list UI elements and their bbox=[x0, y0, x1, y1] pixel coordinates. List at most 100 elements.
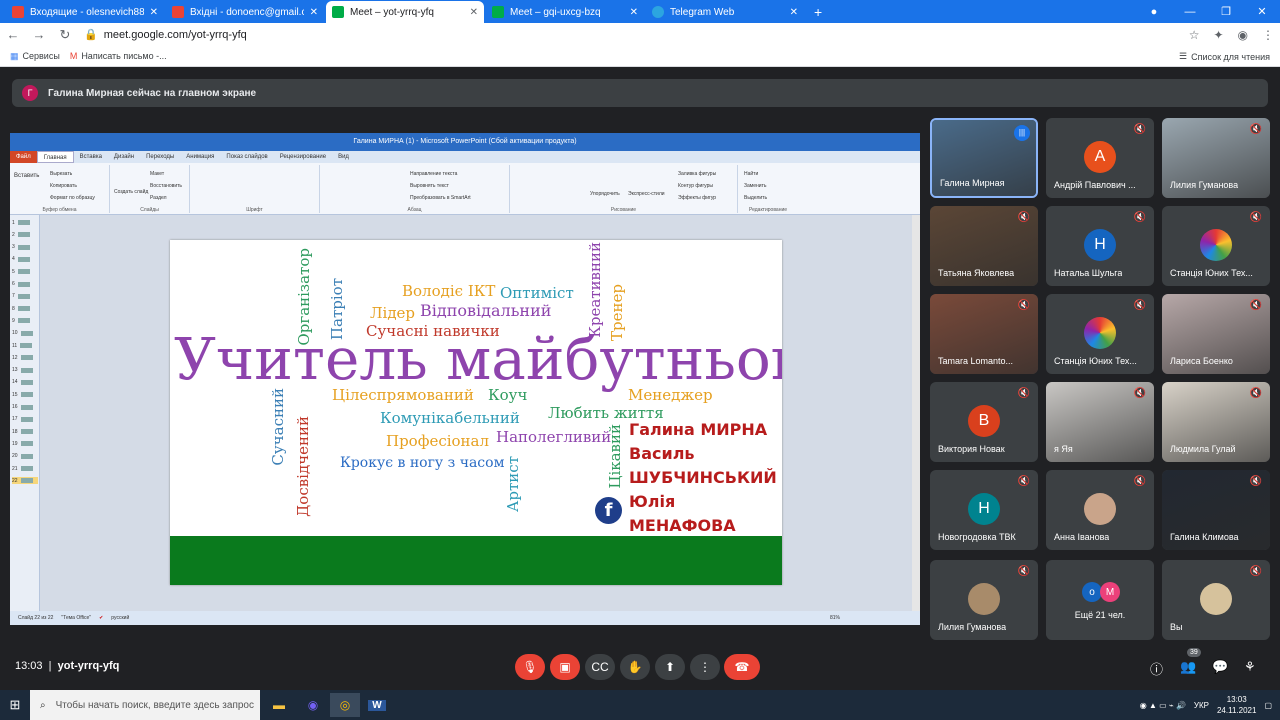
minimize-icon[interactable]: — bbox=[1172, 6, 1208, 18]
more-options-button[interactable]: ⋮ bbox=[690, 654, 720, 680]
text-direction-button[interactable]: Направление текста bbox=[410, 171, 457, 177]
star-icon[interactable]: ☆ bbox=[1189, 28, 1200, 42]
viber-icon[interactable]: ◉ bbox=[298, 693, 328, 717]
section-button[interactable]: Раздел bbox=[150, 195, 167, 201]
leave-call-button[interactable]: ☎ bbox=[724, 654, 760, 680]
format-painter-button[interactable]: Формат по образцу bbox=[50, 195, 95, 201]
info-icon[interactable]: ⓘ bbox=[1150, 659, 1163, 678]
participant-tile[interactable]: 🔇 Анна Іванова bbox=[1046, 470, 1154, 550]
slide-thumbnail[interactable]: 8 bbox=[12, 305, 38, 312]
menu-home[interactable]: Главная bbox=[36, 151, 74, 163]
participant-tile[interactable]: 🔇 Вы bbox=[1162, 560, 1270, 640]
tab-meet-active[interactable]: Meet – yot-yrrq-yfq ✕ bbox=[326, 1, 484, 23]
tab-meet-2[interactable]: Meet – gqi-uxcg-bzq ✕ bbox=[486, 1, 644, 23]
slide-thumbnail[interactable]: 14 bbox=[12, 379, 38, 386]
close-icon[interactable]: ✕ bbox=[310, 7, 318, 18]
participant-tile[interactable]: 🔇 Галина Климова bbox=[1162, 470, 1270, 550]
file-explorer-icon[interactable]: ▬ bbox=[264, 693, 294, 717]
slide-thumbnail[interactable]: 3 bbox=[12, 244, 38, 251]
cut-button[interactable]: Вырезать bbox=[50, 171, 72, 177]
tray-icons[interactable]: ◉ ▲ ▭ ⌁ 🔊 bbox=[1140, 701, 1186, 710]
slide-thumbnail[interactable]: 21 bbox=[12, 465, 38, 472]
forward-icon[interactable]: → bbox=[26, 27, 52, 42]
participant-tile[interactable]: А 🔇 Андрій Павлович ... bbox=[1046, 118, 1154, 198]
participant-tile[interactable]: 🔇 Станція Юних Тех... bbox=[1046, 294, 1154, 374]
slide-thumbnail[interactable]: 2 bbox=[12, 231, 38, 238]
close-icon[interactable]: ✕ bbox=[470, 7, 478, 18]
layout-button[interactable]: Макет bbox=[150, 171, 164, 177]
slide-thumbnail[interactable]: 15 bbox=[12, 391, 38, 398]
bookmark-gmail[interactable]: M Написать письмо -... bbox=[70, 51, 167, 61]
raise-hand-button[interactable]: ✋ bbox=[620, 654, 650, 680]
tab-gmail-2[interactable]: Вхідні - donoenc@gmail.com - G✕ bbox=[166, 1, 324, 23]
close-icon[interactable]: ✕ bbox=[790, 7, 798, 18]
participant-tile[interactable]: 🔇 Лилия Гуманова bbox=[930, 560, 1038, 640]
paste-button[interactable]: Вставить bbox=[14, 173, 39, 179]
slide-thumbnail[interactable]: 9 bbox=[12, 317, 38, 324]
menu-view[interactable]: Вид bbox=[332, 154, 355, 160]
quick-styles-button[interactable]: Экспресс-стили bbox=[628, 191, 665, 197]
slide-thumbnail[interactable]: 20 bbox=[12, 453, 38, 460]
participant-tile[interactable]: В 🔇 Виктория Новак bbox=[930, 382, 1038, 462]
participant-tile[interactable]: 🔇 Татьяна Яковлева bbox=[930, 206, 1038, 286]
menu-file[interactable]: Файл bbox=[10, 151, 37, 163]
participant-tile[interactable]: ||| Галина Мирная bbox=[930, 118, 1038, 198]
profile-icon[interactable]: ● bbox=[1136, 6, 1172, 18]
notifications-icon[interactable]: ▢ bbox=[1264, 701, 1272, 710]
tab-telegram[interactable]: Telegram Web ✕ bbox=[646, 1, 804, 23]
activities-icon[interactable]: ⚘ bbox=[1244, 659, 1256, 675]
slide-thumbnail[interactable]: 13 bbox=[12, 367, 38, 374]
participant-tile[interactable]: Н 🔇 Натальа Шульга bbox=[1046, 206, 1154, 286]
menu-slideshow[interactable]: Показ слайдов bbox=[220, 154, 273, 160]
arrange-button[interactable]: Упорядочить bbox=[590, 191, 620, 197]
extensions-icon[interactable]: ✦ bbox=[1213, 28, 1223, 42]
slide-thumbnail[interactable]: 16 bbox=[12, 404, 38, 411]
tab-gmail-1[interactable]: Входящие - olesnevich88a@gm✕ bbox=[6, 1, 164, 23]
slide-thumbnail[interactable]: 11 bbox=[12, 342, 38, 349]
new-tab-button[interactable]: + bbox=[808, 1, 828, 23]
address-bar[interactable]: 🔒 meet.google.com/yot-yrrq-yfq bbox=[84, 28, 247, 41]
slide-thumbnail[interactable]: 5 bbox=[12, 268, 38, 275]
participant-tile[interactable]: Н 🔇 Новогродовка ТВК bbox=[930, 470, 1038, 550]
menu-icon[interactable]: ⋮ bbox=[1262, 28, 1274, 42]
shape-outline-button[interactable]: Контур фигуры bbox=[678, 183, 713, 189]
shape-fill-button[interactable]: Заливка фигуры bbox=[678, 171, 716, 177]
participant-tile[interactable]: 🔇 Станція Юних Тех... bbox=[1162, 206, 1270, 286]
camera-off-button[interactable]: ▣ bbox=[550, 654, 580, 680]
shape-effects-button[interactable]: Эффекты фигур bbox=[678, 195, 716, 201]
close-window-icon[interactable]: ✕ bbox=[1244, 5, 1280, 18]
new-slide-button[interactable]: Создать слайд bbox=[114, 189, 148, 195]
back-icon[interactable]: ← bbox=[0, 27, 26, 42]
restore-icon[interactable]: ❐ bbox=[1208, 5, 1244, 18]
microphone-off-button[interactable]: 🎙 bbox=[515, 654, 545, 680]
scrollbar[interactable] bbox=[912, 215, 920, 611]
menu-insert[interactable]: Вставка bbox=[74, 154, 108, 160]
bookmark-apps[interactable]: ▦ Сервисы bbox=[10, 51, 60, 62]
chrome-icon[interactable]: ◎ bbox=[330, 693, 360, 717]
reading-list[interactable]: ☰ Список для чтения bbox=[1179, 46, 1270, 67]
copy-button[interactable]: Копировать bbox=[50, 183, 77, 189]
zoom-level[interactable]: 81% bbox=[830, 615, 840, 621]
slide-thumbnail[interactable]: 12 bbox=[12, 354, 38, 361]
present-button[interactable]: ⬆ bbox=[655, 654, 685, 680]
clock[interactable]: 13:03 24.11.2021 bbox=[1217, 694, 1256, 716]
participant-tile[interactable]: 🔇 Tamara Lomanto... bbox=[930, 294, 1038, 374]
people-icon[interactable]: 👥 bbox=[1180, 659, 1196, 675]
close-icon[interactable]: ✕ bbox=[150, 7, 158, 18]
menu-animation[interactable]: Анимация bbox=[180, 154, 220, 160]
menu-review[interactable]: Рецензирование bbox=[274, 154, 332, 160]
participant-tile[interactable]: 🔇 Лилия Гуманова bbox=[1162, 118, 1270, 198]
close-icon[interactable]: ✕ bbox=[630, 7, 638, 18]
more-participants-tile[interactable]: о М Ещё 21 чел. bbox=[1046, 560, 1154, 640]
slide-thumbnail[interactable]: 17 bbox=[12, 416, 38, 423]
menu-design[interactable]: Дизайн bbox=[108, 154, 140, 160]
reload-icon[interactable]: ↻ bbox=[52, 27, 78, 43]
slide-thumbnail[interactable]: 18 bbox=[12, 428, 38, 435]
word-icon[interactable]: W bbox=[362, 693, 392, 717]
select-button[interactable]: Выделить bbox=[744, 195, 767, 201]
smartart-button[interactable]: Преобразовать в SmartArt bbox=[410, 195, 471, 201]
language-indicator[interactable]: УКР bbox=[1194, 701, 1209, 710]
slide-thumbnail[interactable]: 7 bbox=[12, 293, 38, 300]
captions-button[interactable]: CC bbox=[585, 654, 615, 680]
menu-transitions[interactable]: Переходы bbox=[140, 154, 180, 160]
